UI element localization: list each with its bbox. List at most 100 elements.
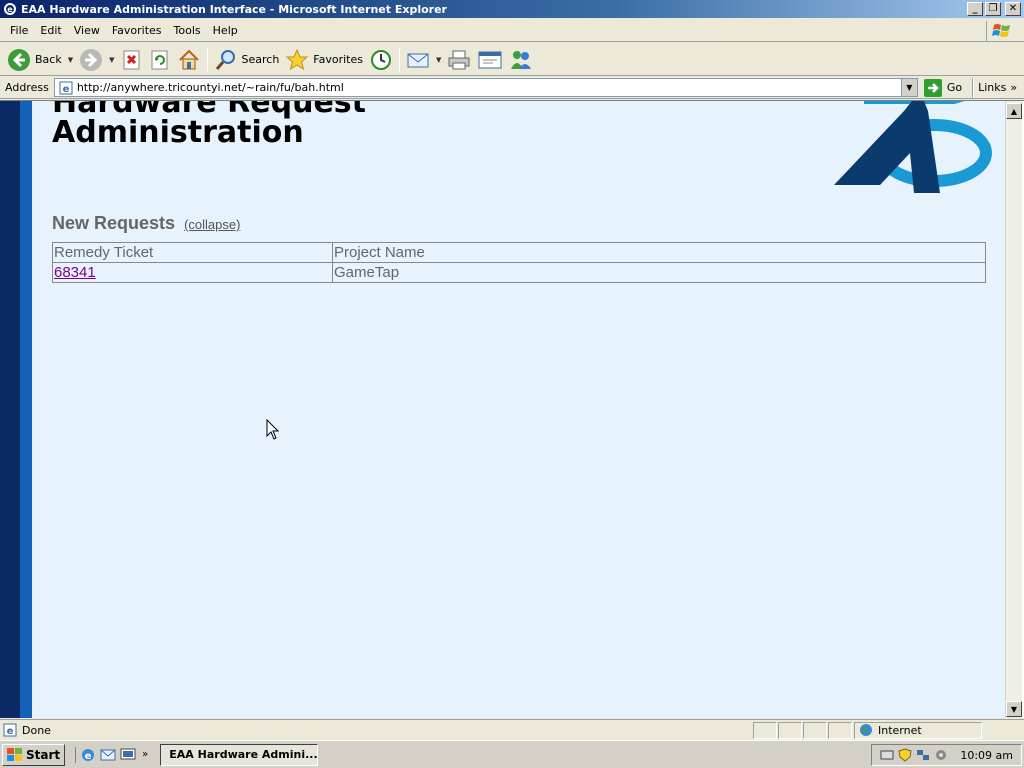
links-chevron-icon[interactable]: » (1010, 81, 1017, 94)
scroll-up-button[interactable]: ▲ (1006, 103, 1022, 119)
toolbar-separator (399, 47, 400, 72)
table-header-row: Remedy Ticket Project Name (52, 242, 986, 263)
column-header-ticket: Remedy Ticket (52, 242, 333, 263)
home-icon (178, 49, 199, 69)
browser-viewport: Hardware Request Administration New Requ… (0, 100, 1024, 718)
zone-label: Internet (878, 723, 922, 737)
volume-tray-icon[interactable] (934, 748, 948, 762)
vertical-scrollbar[interactable]: ▲ ▼ (1005, 101, 1022, 718)
page-title: Administration (52, 115, 304, 150)
stop-button[interactable] (118, 46, 146, 74)
mail-icon (407, 53, 429, 67)
network-tray-icon[interactable] (916, 748, 930, 762)
status-pane (778, 721, 802, 739)
mail-button[interactable]: ▼ (403, 46, 444, 74)
print-button[interactable] (444, 46, 474, 74)
edit-page-icon (478, 51, 502, 68)
ticket-cell: 68341 (52, 262, 333, 283)
stop-icon (123, 50, 139, 69)
page-done-icon: e (3, 723, 17, 737)
ticket-link[interactable]: 68341 (54, 264, 96, 281)
window-title-bar[interactable]: e EAA Hardware Administration Interface … (0, 0, 1024, 18)
quick-launch-chevron-icon[interactable]: » (142, 749, 148, 760)
address-field[interactable]: e http://anywhere.tricountyi.net/~rain/f… (53, 78, 918, 97)
search-icon (215, 49, 235, 70)
menu-favorites[interactable]: Favorites (106, 22, 168, 39)
restore-button[interactable]: ❐ (985, 2, 1001, 16)
links-toolbar[interactable]: Links » (974, 81, 1021, 94)
search-button[interactable]: Search (211, 46, 283, 74)
section-title-text: New Requests (52, 213, 176, 233)
outlook-quicklaunch-icon[interactable] (100, 747, 116, 763)
status-pane (753, 721, 777, 739)
svg-text:e: e (62, 84, 69, 95)
window-title: EAA Hardware Administration Interface - … (21, 2, 447, 16)
close-button[interactable]: ✕ (1005, 2, 1021, 16)
menu-tools[interactable]: Tools (168, 22, 207, 39)
menu-bar: File Edit View Favorites Tools Help (0, 20, 1024, 42)
collapse-link[interactable]: (collapse) (184, 217, 240, 232)
favorites-star-icon (286, 48, 309, 70)
refresh-icon (151, 50, 167, 69)
system-tray: 10:09 am (871, 744, 1022, 766)
edit-button[interactable] (474, 46, 506, 74)
address-label: Address (5, 81, 49, 94)
desktop-quicklaunch-icon[interactable] (120, 747, 136, 763)
shield-tray-icon[interactable] (898, 748, 912, 762)
search-label: Search (241, 53, 280, 66)
company-logo (834, 101, 992, 193)
toolbar-separator (206, 47, 208, 72)
column-header-project: Project Name (332, 242, 986, 263)
menu-view[interactable]: View (68, 22, 106, 39)
status-text: Done (22, 723, 51, 737)
task-button-ie[interactable]: e EAA Hardware Admini... (160, 743, 319, 766)
requests-table: Remedy Ticket Project Name 68341 GameTap (52, 242, 986, 283)
go-button[interactable]: Go (918, 78, 968, 97)
left-stripe-light (20, 101, 32, 718)
svg-text:e: e (7, 726, 14, 737)
mail-dropdown-icon[interactable]: ▼ (436, 56, 441, 64)
back-button[interactable]: Back ▼ (4, 46, 76, 74)
refresh-button[interactable] (146, 46, 174, 74)
back-label: Back (35, 53, 62, 66)
address-bar: Address e http://anywhere.tricountyi.net… (0, 77, 1024, 99)
address-dropdown-icon[interactable]: ▼ (900, 79, 917, 96)
start-label: Start (26, 747, 61, 762)
status-pane (803, 721, 827, 739)
project-cell: GameTap (332, 262, 986, 283)
forward-button[interactable]: ▼ (76, 46, 117, 74)
windows-flag-icon (986, 21, 1016, 41)
table-row: 68341 GameTap (52, 262, 986, 283)
minimize-button[interactable]: _ (967, 2, 983, 16)
history-icon (371, 49, 391, 70)
svg-text:e: e (85, 751, 92, 762)
keyboard-tray-icon[interactable] (880, 748, 894, 762)
status-pane (828, 721, 852, 739)
home-button[interactable] (174, 46, 204, 74)
messenger-button[interactable] (506, 46, 536, 74)
svg-text:e: e (7, 5, 13, 14)
address-url[interactable]: http://anywhere.tricountyi.net/~rain/fu/… (77, 81, 901, 94)
left-stripe-dark (0, 101, 20, 718)
ie-quicklaunch-icon[interactable]: e (80, 747, 96, 763)
task-button-label: EAA Hardware Admini... (169, 748, 318, 761)
security-zone[interactable]: Internet (854, 721, 982, 739)
globe-icon (860, 724, 872, 736)
web-page: Hardware Request Administration New Requ… (0, 101, 1005, 718)
clock[interactable]: 10:09 am (960, 749, 1013, 762)
history-button[interactable] (366, 46, 396, 74)
start-button[interactable]: Start (2, 743, 66, 766)
status-bar: e Done Internet (0, 719, 1024, 740)
page-icon: e (58, 80, 74, 96)
back-dropdown-icon[interactable]: ▼ (68, 56, 73, 64)
forward-dropdown-icon[interactable]: ▼ (109, 56, 114, 64)
standard-toolbar: Back ▼ ▼ Search Favorites ▼ (0, 44, 1024, 76)
favorites-label: Favorites (313, 53, 363, 66)
links-label: Links (978, 81, 1007, 94)
status-main: e Done (0, 723, 752, 737)
menu-edit[interactable]: Edit (34, 22, 67, 39)
menu-file[interactable]: File (4, 22, 34, 39)
menu-help[interactable]: Help (207, 22, 244, 39)
scroll-down-button[interactable]: ▼ (1006, 701, 1022, 717)
favorites-button[interactable]: Favorites (282, 46, 366, 74)
